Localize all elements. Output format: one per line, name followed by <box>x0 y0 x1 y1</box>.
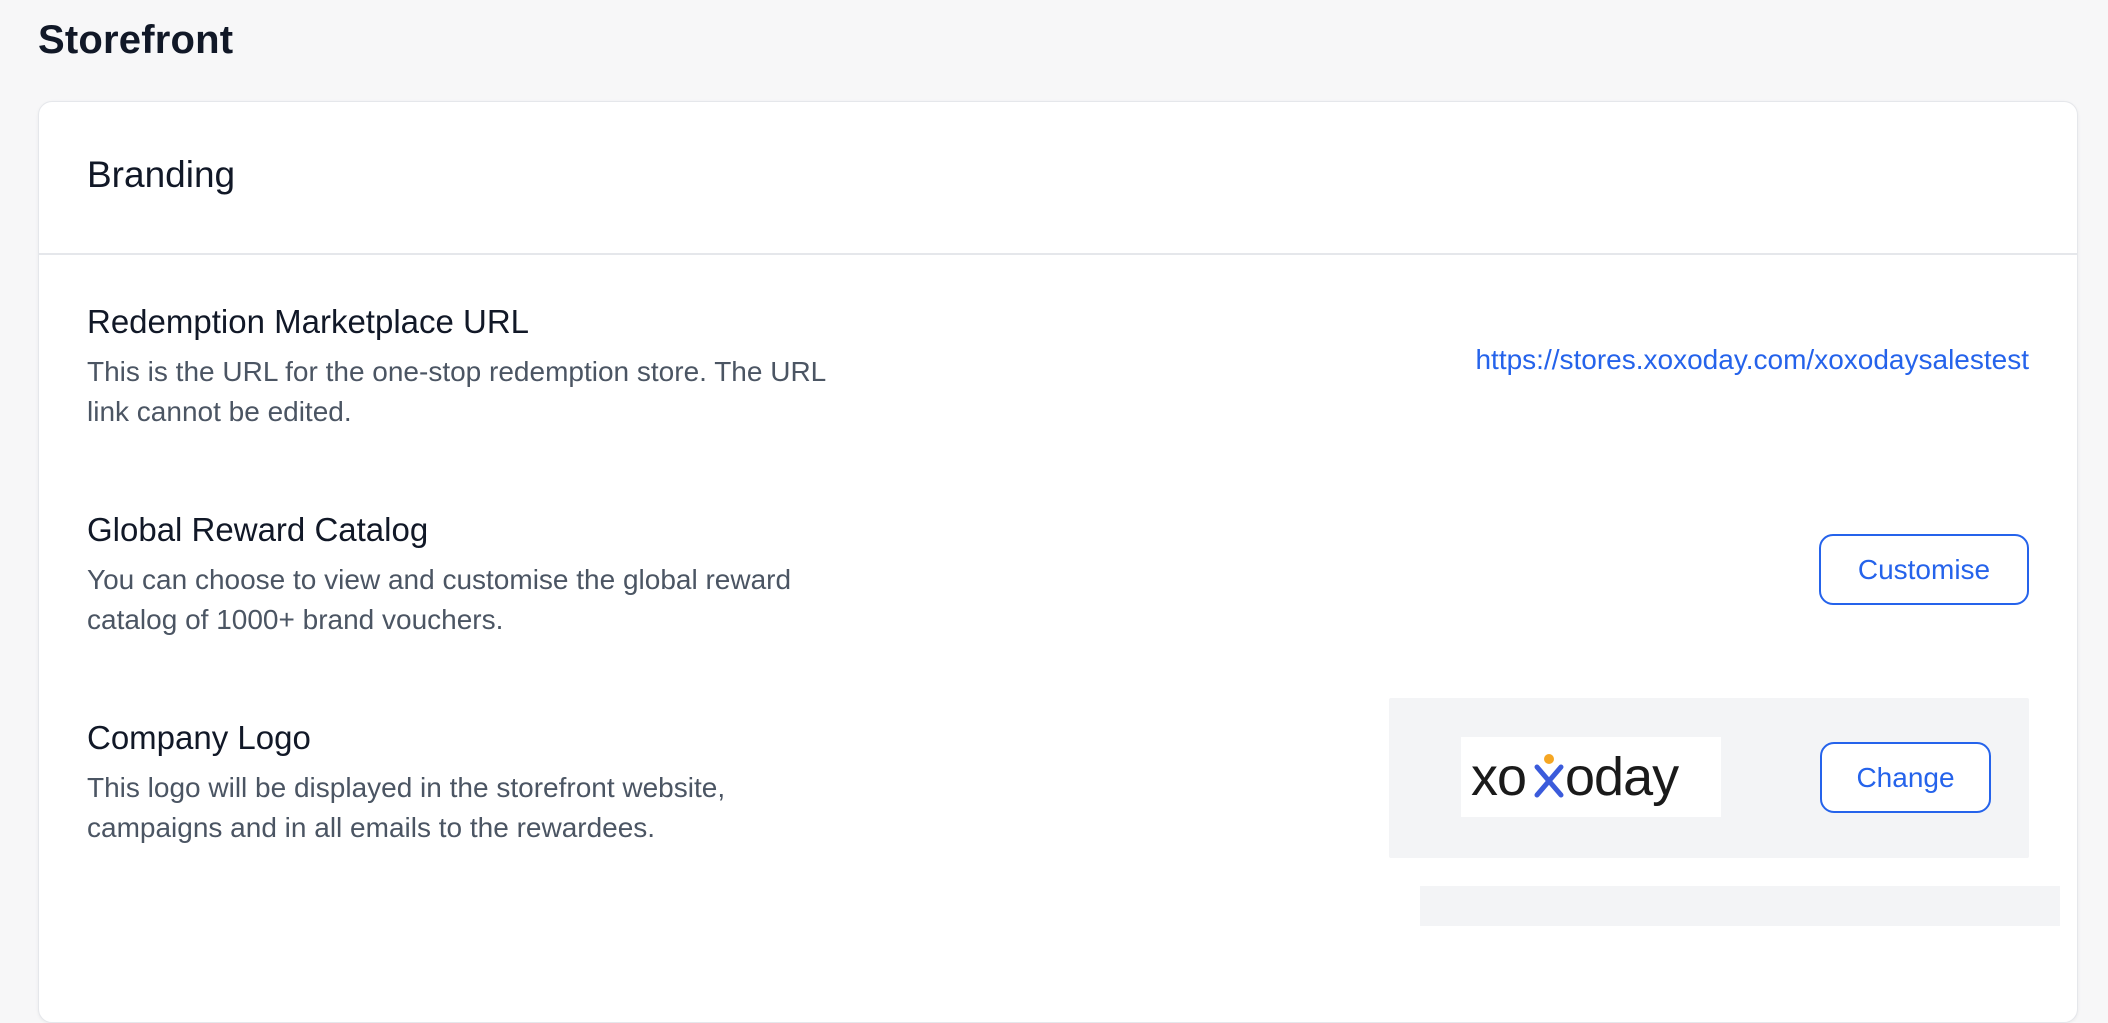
svg-text:oday: oday <box>1565 747 1679 807</box>
branding-card: Branding Redemption Marketplace URL This… <box>38 101 2078 1023</box>
change-logo-button[interactable]: Change <box>1820 742 1991 813</box>
company-logo-row: Company Logo This logo will be displayed… <box>87 698 2029 858</box>
company-logo-image: xo oday <box>1461 737 1721 817</box>
redemption-url-title: Redemption Marketplace URL <box>87 303 530 340</box>
card-title: Branding <box>87 154 236 195</box>
logo-panel: xo oday Change <box>1389 698 2029 858</box>
xoxoday-logo-icon: xo oday <box>1471 747 1680 807</box>
page-title: Storefront <box>38 18 234 62</box>
global-catalog-row: Global Reward Catalog You can choose to … <box>87 510 2029 640</box>
customise-button[interactable]: Customise <box>1819 534 2029 605</box>
svg-text:xo: xo <box>1471 747 1526 807</box>
logo-x-mark <box>1534 754 1564 798</box>
company-logo-description: This logo will be displayed in the store… <box>87 772 726 843</box>
global-catalog-title: Global Reward Catalog <box>87 511 429 548</box>
redemption-url-row: Redemption Marketplace URL This is the U… <box>87 302 2029 432</box>
card-header: Branding <box>39 102 2077 255</box>
next-row-panel <box>1420 886 2060 926</box>
global-catalog-description: You can choose to view and customise the… <box>87 564 792 635</box>
redemption-url-description: This is the URL for the one-stop redempt… <box>87 356 826 427</box>
redemption-url-link[interactable]: https://stores.xoxoday.com/xoxodaysalest… <box>1475 344 2029 376</box>
